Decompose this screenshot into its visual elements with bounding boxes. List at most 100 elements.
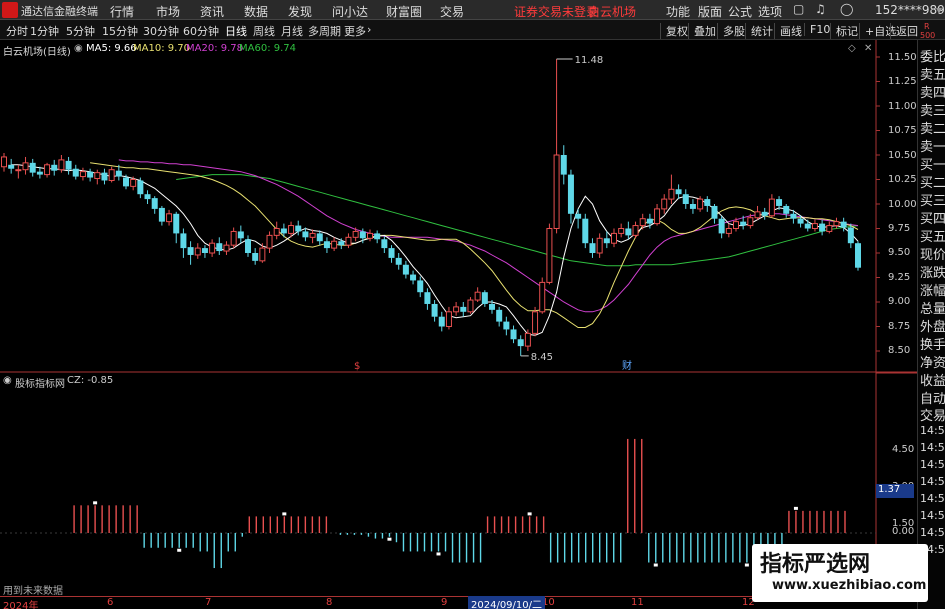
kline-chart[interactable]: 11.48 8.45 $ 财 [0,40,917,596]
menu-faxian[interactable]: 发现 [288,3,312,20]
candle-body-down [115,170,122,177]
candle-body-down [567,174,574,214]
price-tick: 10.25 [888,174,917,185]
dividend-marker: $ [354,361,360,372]
ma10-legend: MA10: 9.70 [133,43,191,54]
menu-gongneng[interactable]: 功能 [666,3,690,20]
period-fenshi[interactable]: 分时 [6,23,28,39]
menu-shichang[interactable]: 市场 [156,3,180,20]
tool-f10[interactable]: F10 [804,23,830,36]
period-multi[interactable]: 多周期 [308,23,341,39]
period-30min[interactable]: 30分钟 [143,23,179,39]
chevron-right-icon[interactable]: › [367,23,371,36]
user-avatar-icon[interactable]: ◯ [840,2,853,16]
indicator-dot [436,552,441,556]
candle-body-down [123,177,129,187]
tick-time: 14:56 [920,441,945,454]
candle-body-down [761,211,768,216]
candle-body-up [668,188,675,200]
menu-hangqing[interactable]: 行情 [110,3,134,20]
candle-body-down [682,194,689,204]
tool-diejia[interactable]: 叠加 [688,23,716,39]
user-phone[interactable]: 152****9892 [875,3,945,17]
side-sell1: 卖一 [920,140,945,155]
candle-body-up [445,311,452,327]
collapse-icon[interactable]: ◉ [74,43,83,54]
candle-body-down [65,160,72,170]
tool-huaxian[interactable]: 画线 [774,23,802,39]
candle-body-up [331,240,338,249]
tool-duogu[interactable]: 多股 [717,23,745,39]
collapse-icon[interactable]: ◉ [3,375,12,386]
app-logo-icon [2,2,18,18]
tool-biaoji[interactable]: 标记 [830,23,858,39]
close-icon[interactable]: ✕ [864,43,872,54]
tool-tongji[interactable]: 统计 [745,23,773,39]
auto-trade-label-2[interactable]: 交易 [920,405,945,424]
candle-body-down [503,321,510,330]
candle-body-up [639,218,646,227]
period-more[interactable]: 更多 [344,23,366,39]
tick-time: 14:56 [920,509,945,522]
period-5min[interactable]: 5分钟 [66,23,95,39]
menu-xuanxiang[interactable]: 选项 [758,3,782,20]
candle-body-up [747,217,754,227]
period-15min[interactable]: 15分钟 [102,23,138,39]
candle-body-up [453,306,460,313]
minimize-tray-icon[interactable]: ▢ [793,2,804,16]
low-price-label: 8.45 [531,352,553,363]
menu-wenxiaoda[interactable]: 问小达 [332,3,368,20]
trade-login-notice[interactable]: 证券交易未登录 [514,3,598,20]
ma5-legend: MA5: 9.66 [86,43,137,54]
candle-body-down [216,243,223,252]
price-tick: 11.25 [888,76,917,87]
candle-body-down [144,194,151,200]
menu-caifuquan[interactable]: 财富圈 [386,3,422,20]
candle-body-up [209,242,216,254]
period-1min[interactable]: 1分钟 [30,23,59,39]
indicator-dot [387,537,392,541]
period-monthly[interactable]: 月线 [281,23,303,39]
side-buy3: 买三 [920,194,945,209]
candle-body-down [689,204,696,209]
candle-body-down [180,233,187,249]
candle-body-down [395,257,402,265]
tool-fuquan[interactable]: 复权 [660,23,688,39]
candle-body-down [675,189,682,195]
candle-body-down [603,238,610,244]
menu-banmian[interactable]: 版面 [698,3,722,20]
chevron-down-icon[interactable]: ▾ [936,3,942,17]
period-60min[interactable]: 60分钟 [183,23,219,39]
candle-body-down [625,228,632,236]
menu-gongshi[interactable]: 公式 [728,3,752,20]
price-tick: 10.75 [888,125,917,136]
indicator-dot [653,563,658,567]
candle-body-down [280,228,287,234]
candle-body-up [1,156,7,168]
indicator-tick: 4.50 [892,444,915,455]
side-sell2: 卖二 [920,122,945,137]
candle-body-down [359,231,366,239]
candle-body-down [740,221,747,226]
candle-body-up [22,162,29,171]
period-daily[interactable]: 日线 [225,23,247,39]
finance-marker: 财 [622,359,632,372]
watermark-logo: 指标严选网 www.xuezhibiao.com [752,544,928,602]
candle-body-down [338,241,345,246]
side-volume: 总量 [920,302,945,317]
candle-body-down [510,329,517,340]
candle-body-up [553,154,560,229]
title-bar: 通达信金融终端 行情 市场 资讯 数据 发现 问小达 财富圈 交易 证券交易未登… [0,0,945,20]
menu-jiaoyi[interactable]: 交易 [440,3,464,20]
menu-zixun[interactable]: 资讯 [200,3,224,20]
candle-body-down [790,213,797,219]
bell-icon[interactable]: ♫ [815,2,826,16]
candle-body-down [711,205,718,219]
stock-name-tag: 白云机场 [588,5,637,19]
settings-diamond-icon[interactable]: ◇ [848,43,856,54]
tool-back[interactable]: 返回 [890,23,918,39]
period-weekly[interactable]: 周线 [253,23,275,39]
candle-body-down [438,316,445,327]
menu-shuju[interactable]: 数据 [244,3,268,20]
indicator-value: CZ: -0.85 [67,375,114,386]
